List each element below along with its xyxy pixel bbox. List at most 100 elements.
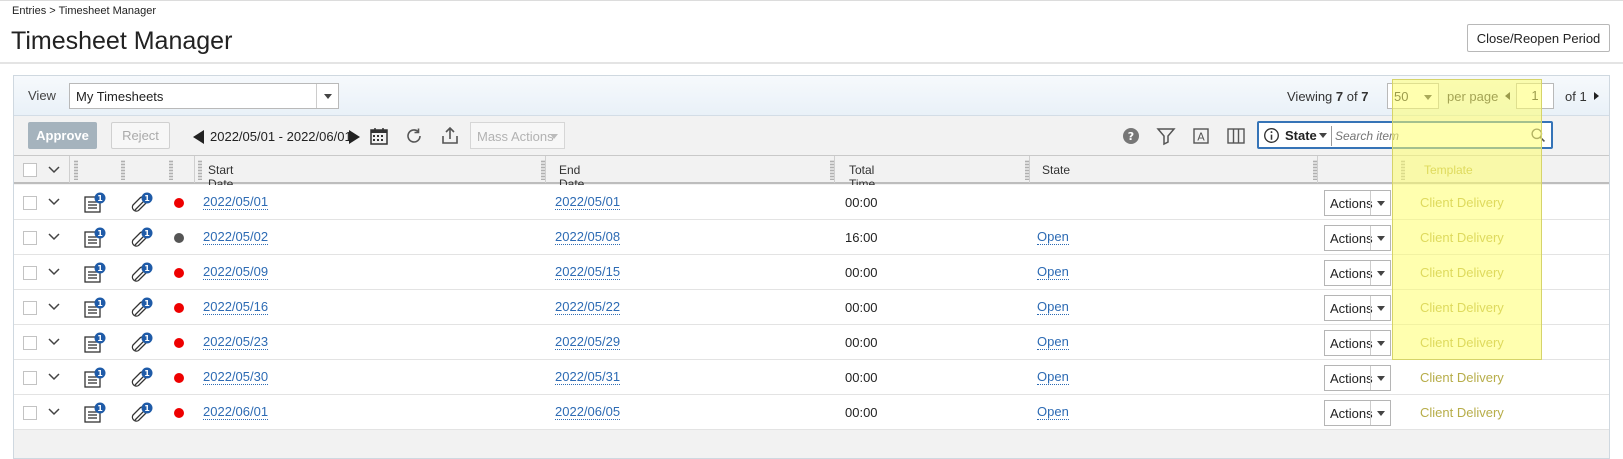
expand-row-icon[interactable] [47, 335, 61, 349]
column-grip[interactable] [169, 160, 173, 180]
end-date-link[interactable]: 2022/06/05 [555, 405, 621, 420]
attachment-icon[interactable]: 1 [130, 297, 154, 319]
view-select[interactable]: My Timesheets [69, 83, 339, 109]
export-icon[interactable] [440, 126, 460, 146]
page-number-input[interactable]: 1 [1516, 83, 1554, 109]
row-actions-select[interactable]: Actions [1324, 225, 1391, 251]
table-row[interactable]: 1 1 2022/05/30 2022/05/31 00:00 Open Act… [14, 360, 1609, 395]
start-date-link[interactable]: 2022/05/16 [203, 300, 269, 315]
search-input[interactable] [1331, 126, 1521, 146]
next-period-icon[interactable] [349, 130, 360, 144]
select-all-checkbox[interactable] [23, 163, 37, 177]
timesheet-notes-icon[interactable]: 1 [83, 332, 107, 354]
mass-actions-select[interactable]: Mass Actions [470, 122, 565, 149]
end-date-link[interactable]: 2022/05/22 [555, 300, 621, 315]
expand-row-icon[interactable] [47, 370, 61, 384]
table-row[interactable]: 1 1 2022/05/16 2022/05/22 00:00 Open Act… [14, 290, 1609, 325]
expand-row-icon[interactable] [47, 230, 61, 244]
state-link[interactable]: Open [1037, 265, 1069, 280]
column-grip[interactable] [74, 160, 78, 180]
row-checkbox[interactable] [23, 371, 37, 385]
timesheet-notes-icon[interactable]: 1 [83, 192, 107, 214]
table-row[interactable]: 1 1 2022/05/01 2022/05/01 00:00 Actions … [14, 185, 1609, 220]
breadcrumb[interactable]: Entries > Timesheet Manager [12, 5, 156, 17]
end-date-link[interactable]: 2022/05/08 [555, 230, 621, 245]
columns-icon[interactable] [1226, 126, 1246, 146]
table-row[interactable]: 1 1 2022/06/01 2022/06/05 00:00 Open Act… [14, 395, 1609, 430]
attachment-icon[interactable]: 1 [130, 332, 154, 354]
expand-row-icon[interactable] [47, 405, 61, 419]
row-actions-toggle[interactable] [1370, 366, 1390, 390]
state-link[interactable]: Open [1037, 335, 1069, 350]
row-actions-select[interactable]: Actions [1324, 400, 1391, 426]
previous-page-icon[interactable] [1505, 92, 1510, 100]
start-date-link[interactable]: 2022/05/30 [203, 370, 269, 385]
row-actions-toggle[interactable] [1370, 401, 1390, 425]
text-format-icon[interactable]: A [1191, 126, 1211, 146]
row-actions-select[interactable]: Actions [1324, 260, 1391, 286]
row-checkbox[interactable] [23, 231, 37, 245]
timesheet-notes-icon[interactable]: 1 [83, 367, 107, 389]
row-checkbox[interactable] [23, 336, 37, 350]
search-field-select[interactable]: State [1285, 128, 1317, 143]
expand-row-icon[interactable] [47, 195, 61, 209]
state-link[interactable]: Open [1037, 370, 1069, 385]
row-checkbox[interactable] [23, 196, 37, 210]
help-icon[interactable]: ? [1121, 126, 1141, 146]
row-actions-select[interactable]: Actions [1324, 330, 1391, 356]
attachment-icon[interactable]: 1 [130, 227, 154, 249]
timesheet-notes-icon[interactable]: 1 [83, 402, 107, 424]
timesheet-notes-icon[interactable]: 1 [83, 227, 107, 249]
previous-period-icon[interactable] [193, 130, 204, 144]
attachment-icon[interactable]: 1 [130, 367, 154, 389]
table-row[interactable]: 1 1 2022/05/02 2022/05/08 16:00 Open Act… [14, 220, 1609, 255]
start-date-link[interactable]: 2022/05/23 [203, 335, 269, 350]
row-actions-select[interactable]: Actions [1324, 190, 1391, 216]
chevron-down-icon[interactable] [1319, 133, 1327, 138]
calendar-icon[interactable] [369, 126, 389, 146]
filter-icon[interactable] [1156, 126, 1176, 146]
column-grip[interactable] [121, 160, 125, 180]
state-link[interactable]: Open [1037, 300, 1069, 315]
column-grip[interactable] [1401, 160, 1405, 180]
per-page-select[interactable]: 50 [1387, 83, 1439, 109]
start-date-link[interactable]: 2022/05/02 [203, 230, 269, 245]
row-actions-select[interactable]: Actions [1324, 365, 1391, 391]
row-checkbox[interactable] [23, 266, 37, 280]
expand-row-icon[interactable] [47, 300, 61, 314]
row-actions-select[interactable]: Actions [1324, 295, 1391, 321]
attachment-icon[interactable]: 1 [130, 192, 154, 214]
end-date-link[interactable]: 2022/05/31 [555, 370, 621, 385]
row-checkbox[interactable] [23, 406, 37, 420]
table-row[interactable]: 1 1 2022/05/09 2022/05/15 00:00 Open Act… [14, 255, 1609, 290]
row-checkbox[interactable] [23, 301, 37, 315]
refresh-icon[interactable] [404, 126, 424, 146]
end-date-link[interactable]: 2022/05/01 [555, 195, 621, 210]
end-date-link[interactable]: 2022/05/15 [555, 265, 621, 280]
row-actions-toggle[interactable] [1370, 261, 1390, 285]
start-date-link[interactable]: 2022/05/01 [203, 195, 269, 210]
start-date-link[interactable]: 2022/05/09 [203, 265, 269, 280]
close-reopen-period-button[interactable]: Close/Reopen Period [1467, 24, 1610, 52]
table-row[interactable]: 1 1 2022/05/23 2022/05/29 00:00 Open Act… [14, 325, 1609, 360]
attachment-icon[interactable]: 1 [130, 262, 154, 284]
row-actions-toggle[interactable] [1370, 296, 1390, 320]
info-icon[interactable] [1263, 127, 1280, 144]
approve-button[interactable]: Approve [28, 122, 97, 149]
expand-row-icon[interactable] [47, 265, 61, 279]
chevron-down-icon[interactable] [47, 163, 61, 177]
state-link[interactable]: Open [1037, 405, 1069, 420]
start-date-link[interactable]: 2022/06/01 [203, 405, 269, 420]
reject-button[interactable]: Reject [111, 122, 170, 149]
end-date-link[interactable]: 2022/05/29 [555, 335, 621, 350]
search-icon[interactable] [1530, 127, 1547, 144]
timesheet-notes-icon[interactable]: 1 [83, 297, 107, 319]
attachment-icon[interactable]: 1 [130, 402, 154, 424]
timesheet-notes-icon[interactable]: 1 [83, 262, 107, 284]
next-page-icon[interactable] [1594, 92, 1599, 100]
row-actions-toggle[interactable] [1370, 331, 1390, 355]
row-actions-toggle[interactable] [1370, 226, 1390, 250]
column-grip[interactable] [198, 160, 202, 180]
row-actions-toggle[interactable] [1370, 191, 1390, 215]
view-select-toggle[interactable] [316, 84, 338, 108]
